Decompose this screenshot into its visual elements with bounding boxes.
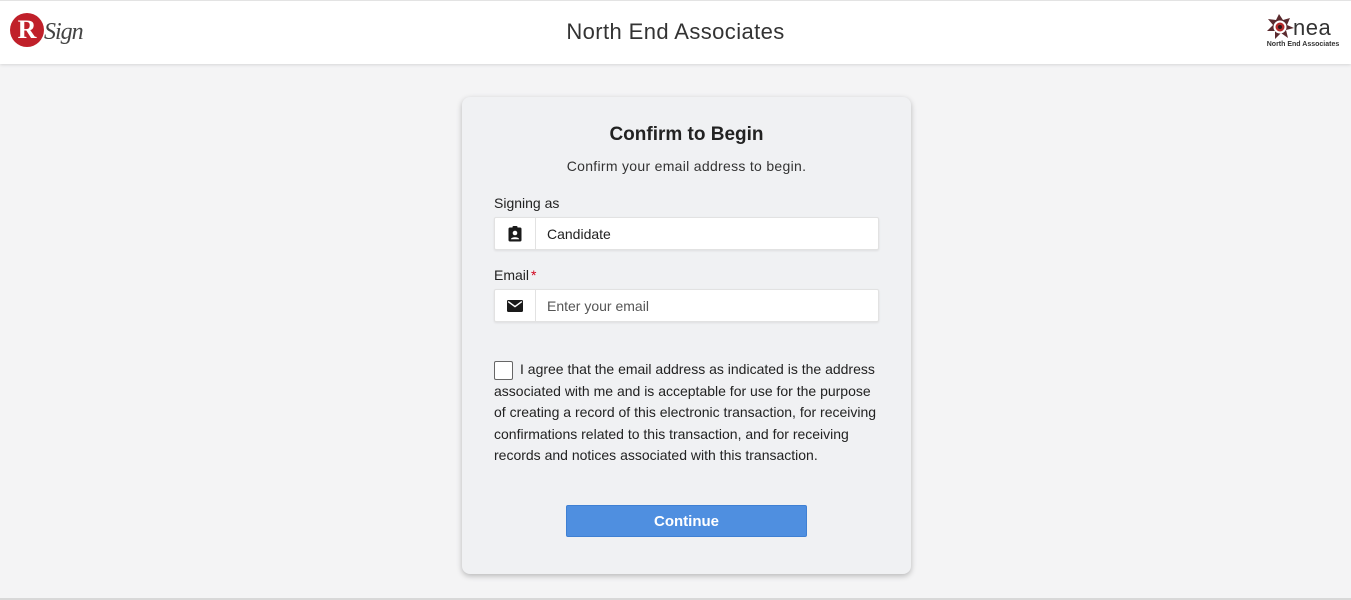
app-header: R Sign North End Associates nea North En… xyxy=(0,0,1351,64)
company-logo-subtitle: North End Associates xyxy=(1266,41,1340,48)
signing-as-label: Signing as xyxy=(494,195,560,211)
company-logo-icon xyxy=(1267,14,1294,39)
continue-button[interactable]: Continue xyxy=(566,505,807,537)
email-label: Email * xyxy=(494,267,536,283)
email-label-text: Email xyxy=(494,267,530,283)
card-subtitle: Confirm your email address to begin. xyxy=(566,158,807,174)
page-title: North End Associates xyxy=(566,19,785,44)
agreement-text: I agree that the email address as indica… xyxy=(494,361,877,464)
company-logo-text: nea xyxy=(1293,15,1332,40)
company-logo: nea North End Associates xyxy=(1265,13,1339,55)
confirm-card: Confirm to Begin Confirm your email addr… xyxy=(462,97,911,574)
signing-as-value: Candidate xyxy=(547,226,611,242)
email-input[interactable] xyxy=(537,290,877,321)
email-field xyxy=(494,289,879,322)
card-title: Confirm to Begin xyxy=(609,124,764,145)
envelope-icon xyxy=(495,290,536,321)
required-marker: * xyxy=(531,267,537,283)
signing-as-field: Candidate xyxy=(494,217,879,250)
contact-card-icon xyxy=(495,218,536,249)
